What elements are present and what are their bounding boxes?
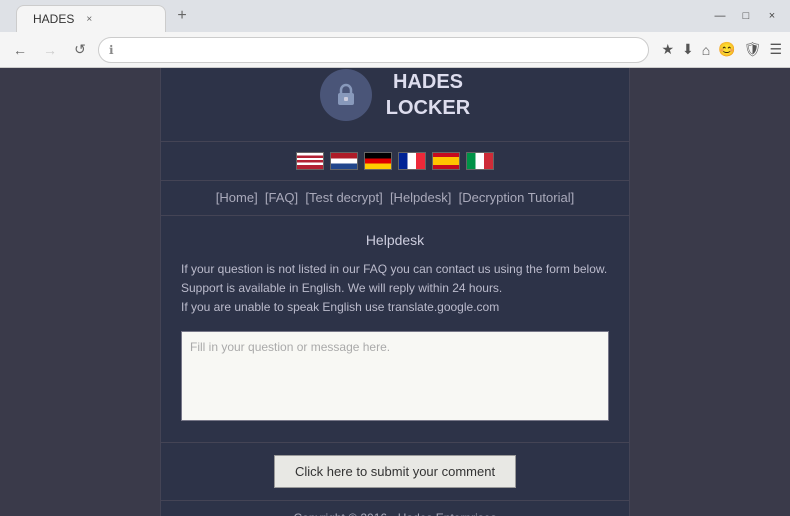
bookmark-icon[interactable]: ★	[661, 41, 674, 58]
submit-button[interactable]: Click here to submit your comment	[274, 455, 516, 488]
nav-home-link[interactable]: [Home]	[216, 190, 258, 205]
nav-helpdesk-link[interactable]: [Helpdesk]	[390, 190, 451, 205]
de-flag[interactable]	[364, 152, 392, 170]
textarea-wrapper	[181, 331, 609, 426]
title-bar: HADES × + — □ ×	[0, 0, 790, 32]
forward-button[interactable]: →	[38, 38, 62, 62]
tab-title: HADES	[33, 12, 74, 26]
tab-close-btn[interactable]: ×	[82, 12, 96, 26]
header-section: HADES LOCKER	[161, 68, 629, 142]
refresh-button[interactable]: ↺	[68, 38, 92, 62]
info-icon: ℹ	[109, 43, 114, 57]
nav-section: [Home] [FAQ] [Test decrypt] [Helpdesk] […	[161, 181, 629, 216]
nav-faq-link[interactable]: [FAQ]	[265, 190, 298, 205]
nav-decryption-tutorial-link[interactable]: [Decryption Tutorial]	[459, 190, 575, 205]
message-textarea[interactable]	[181, 331, 609, 421]
download-icon[interactable]: ⬇	[682, 41, 694, 58]
address-bar[interactable]: ℹ	[98, 37, 649, 63]
menu-icon[interactable]: ☰	[769, 41, 782, 58]
helpdesk-line3: If you are unable to speak English use t…	[181, 298, 609, 317]
home-icon[interactable]: ⌂	[702, 42, 710, 58]
window-controls: — □ ×	[710, 6, 782, 26]
footer-section: Copyright © 2016 - Hades Enterprises	[161, 501, 629, 516]
address-bar-row: ← → ↺ ℹ ★ ⬇ ⌂ 😊 🛡 ☰	[0, 32, 790, 68]
toolbar-icons: ★ ⬇ ⌂ 😊 🛡 ☰	[661, 41, 782, 58]
fr-flag[interactable]	[398, 152, 426, 170]
browser-window: HADES × + — □ × ← → ↺ ℹ ★ ⬇ ⌂ 😊 🛡 ☰ HAD	[0, 0, 790, 516]
nl-flag[interactable]	[330, 152, 358, 170]
helpdesk-description: If your question is not listed in our FA…	[181, 260, 609, 318]
it-flag[interactable]	[466, 152, 494, 170]
nav-links: [Home] [FAQ] [Test decrypt] [Helpdesk] […	[216, 190, 574, 205]
main-content: Helpdesk If your question is not listed …	[161, 216, 629, 444]
us-flag[interactable]	[296, 152, 324, 170]
submit-section: Click here to submit your comment	[161, 443, 629, 501]
minimize-button[interactable]: —	[710, 6, 730, 26]
locker-icon	[320, 69, 372, 121]
new-tab-button[interactable]: +	[170, 4, 194, 28]
copyright-text: Copyright © 2016 - Hades Enterprises	[294, 511, 497, 516]
nav-test-decrypt-link[interactable]: [Test decrypt]	[305, 190, 382, 205]
close-button[interactable]: ×	[762, 6, 782, 26]
user-icon[interactable]: 😊	[718, 41, 735, 58]
shield-icon[interactable]: 🛡	[744, 41, 762, 58]
helpdesk-line1: If your question is not listed in our FA…	[181, 260, 609, 279]
header-title: HADES LOCKER	[386, 69, 470, 121]
helpdesk-line2: Support is available in English. We will…	[181, 279, 609, 298]
restore-button[interactable]: □	[736, 6, 756, 26]
page-area: HADES HADES LOCKER	[0, 68, 790, 516]
back-button[interactable]: ←	[8, 38, 32, 62]
helpdesk-title: Helpdesk	[181, 232, 609, 248]
tab-bar: HADES × +	[8, 0, 706, 32]
browser-tab[interactable]: HADES ×	[16, 5, 166, 32]
content-box: HADES LOCKER [Home] [FAQ] [Test decrypt]	[160, 68, 630, 516]
es-flag[interactable]	[432, 152, 460, 170]
flag-section	[161, 142, 629, 181]
